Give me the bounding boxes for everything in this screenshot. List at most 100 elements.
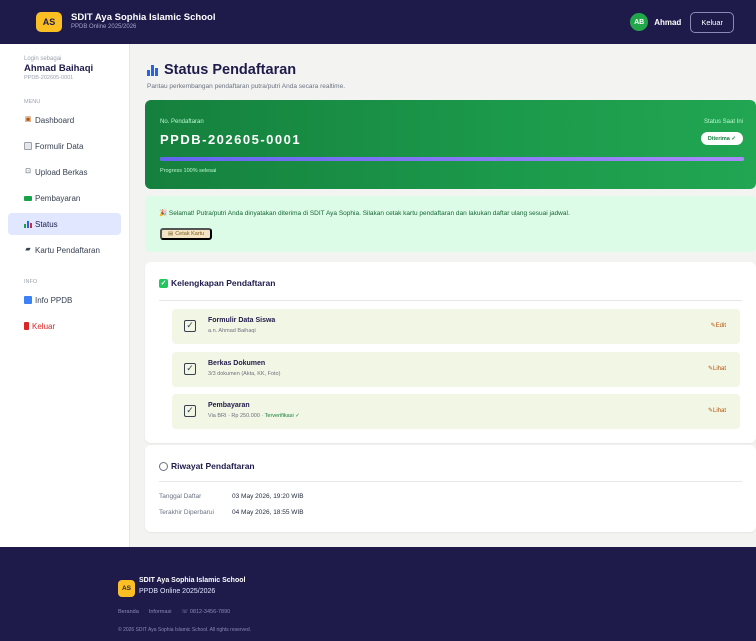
sidebar-item-label: Upload Berkas: [35, 167, 88, 177]
history-value: 03 May 2026, 19:20 WIB: [232, 493, 304, 500]
completeness-title-text: Kelengkapan Pendaftaran: [171, 278, 276, 288]
current-status-label: Status Saat Ini: [703, 119, 743, 125]
print-card-label: Cetak Kartu: [175, 231, 205, 237]
sidebar-item-label: Info PPDB: [35, 295, 73, 305]
requirement-item-form: ✓ Formulir Data Siswa a.n. Ahmad Baihaqi…: [172, 309, 740, 344]
logout-button[interactable]: Keluar: [690, 11, 734, 33]
payment-icon: [24, 195, 32, 201]
registration-number-label: No. Pendaftaran: [160, 119, 204, 125]
sidebar-item-label: Dashboard: [35, 115, 75, 125]
school-name: SDIT Aya Sophia Islamic School: [71, 12, 216, 24]
sidebar-item-keluar[interactable]: Keluar: [8, 315, 121, 337]
sidebar-item-info[interactable]: Info PPDB: [8, 289, 121, 311]
requirement-title: Formulir Data Siswa: [208, 317, 276, 324]
view-link[interactable]: ✎Lihat: [708, 365, 726, 372]
footer-links: Beranda Informasi ☏ 0812-3456-7890: [118, 609, 230, 615]
view-link-label: Lihat: [712, 366, 726, 372]
school-subtitle: PPDB Online 2025/2026: [71, 23, 137, 30]
requirement-subtitle: Via BRI · Rp 250.000 · Terverifikasi ✓: [208, 413, 300, 419]
acceptance-notice: 🎉 Selamat! Putra/putri Anda dinyatakan d…: [145, 196, 756, 252]
status-badge: Diterima ✓: [700, 132, 743, 145]
requirement-sub-text: 3/3 dokumen (Akta, KK, Foto): [208, 371, 281, 377]
history-title: Riwayat Pendaftaran: [159, 461, 255, 471]
divider: [159, 300, 742, 301]
sidebar-item-label: Status: [35, 219, 58, 229]
view-link-label: Lihat: [712, 408, 726, 414]
user-area: AB Ahmad Keluar: [630, 11, 734, 33]
footer: AS SDIT Aya Sophia Islamic School PPDB O…: [0, 547, 756, 641]
page-title-text: Status Pendaftaran: [164, 62, 297, 78]
footer-link-home[interactable]: Beranda: [118, 609, 139, 615]
sidebar-item-formulir[interactable]: Formulir Data: [8, 135, 121, 157]
top-navbar: AS SDIT Aya Sophia Islamic School PPDB O…: [0, 0, 756, 44]
sidebar-item-dashboard[interactable]: ▣ Dashboard: [8, 109, 121, 131]
footer-link-info[interactable]: Informasi: [149, 609, 172, 615]
registration-number: PPDB-202605-0001: [160, 132, 302, 147]
progress-text: Progress 100% selesai: [160, 168, 217, 174]
form-icon: [24, 142, 32, 150]
page-title: Status Pendaftaran: [147, 62, 296, 78]
sidebar-item-label: Kartu Pendaftaran: [35, 245, 100, 255]
progress-fill: [160, 157, 744, 161]
footer-subtitle: PPDB Online 2025/2026: [139, 588, 216, 595]
brand: SDIT Aya Sophia Islamic School PPDB Onli…: [71, 13, 215, 30]
sidebar-item-label: Pembayaran: [35, 193, 81, 203]
edit-link-label: Edit: [715, 323, 726, 329]
requirement-subtitle: 3/3 dokumen (Akta, KK, Foto): [208, 371, 280, 377]
edit-link[interactable]: ✎Edit: [711, 322, 726, 329]
menu-section-label: MENU: [24, 99, 41, 105]
sidebar-item-label: Keluar: [32, 321, 56, 331]
clock-icon: [159, 461, 168, 471]
checkbox-checked-icon: ✓: [184, 320, 196, 332]
login-user-id: PPDB-202605-0001: [24, 75, 74, 81]
checkbox-checked-icon: ✓: [184, 405, 196, 417]
sidebar-item-label: Formulir Data: [35, 141, 84, 151]
history-value: 04 May 2026, 18:55 WIB: [232, 509, 304, 516]
check-icon: ✓: [159, 278, 168, 288]
sidebar: Login sebagai Ahmad Baihaqi PPDB-202605-…: [0, 44, 130, 547]
info-icon: [24, 296, 32, 304]
print-card-button[interactable]: ▤ Cetak Kartu: [160, 228, 213, 240]
footer-phone[interactable]: ☏ 0812-3456-7890: [181, 609, 230, 615]
requirement-item-documents: ✓ Berkas Dokumen 3/3 dokumen (Akta, KK, …: [172, 352, 740, 387]
celebration-icon: 🎉: [159, 210, 169, 217]
page-subtitle: Pantau perkembangan pendaftaran putra/pu…: [147, 83, 346, 90]
footer-logo: AS: [118, 580, 135, 597]
completeness-card: ✓ Kelengkapan Pendaftaran ✓ Formulir Dat…: [145, 262, 756, 443]
view-link[interactable]: ✎Lihat: [708, 407, 726, 414]
avatar[interactable]: AB: [630, 13, 649, 31]
history-label: Terakhir Diperbarui: [159, 509, 214, 516]
upload-icon: ⊡: [25, 168, 31, 175]
chart-icon: [24, 220, 32, 228]
requirement-sub-text: Via BRI · Rp 250.000 ·: [208, 413, 265, 419]
completeness-title: ✓ Kelengkapan Pendaftaran: [159, 278, 275, 288]
card-icon: ▰: [25, 246, 31, 253]
divider: [159, 481, 742, 482]
info-section-label: INFO: [24, 279, 38, 285]
notice-message: 🎉 Selamat! Putra/putri Anda dinyatakan d…: [159, 209, 570, 217]
main-content: Status Pendaftaran Pantau perkembangan p…: [131, 44, 756, 547]
footer-copyright: © 2026 SDIT Aya Sophia Islamic School. A…: [118, 627, 252, 633]
verified-text: Terverifikasi ✓: [264, 413, 300, 419]
dashboard-icon: ▣: [24, 116, 32, 123]
sidebar-item-pembayaran[interactable]: Pembayaran: [8, 187, 121, 209]
sidebar-item-upload[interactable]: ⊡ Upload Berkas: [8, 161, 121, 183]
progress-bar: [160, 157, 744, 161]
printer-icon: ▤: [168, 231, 174, 237]
history-label: Tanggal Daftar: [159, 493, 202, 500]
requirement-subtitle: a.n. Ahmad Baihaqi: [208, 328, 256, 334]
requirement-title: Pembayaran: [208, 402, 250, 409]
school-logo[interactable]: AS: [36, 12, 62, 32]
requirement-sub-text: a.n. Ahmad Baihaqi: [208, 328, 256, 334]
notice-text: Selamat! Putra/putri Anda dinyatakan dit…: [168, 210, 570, 217]
login-user-name: Ahmad Baihaqi: [24, 63, 94, 74]
checkbox-checked-icon: ✓: [184, 363, 196, 375]
sidebar-item-status[interactable]: Status: [8, 213, 121, 235]
logout-icon: [24, 322, 29, 330]
sidebar-item-kartu[interactable]: ▰ Kartu Pendaftaran: [8, 239, 121, 261]
requirement-item-payment: ✓ Pembayaran Via BRI · Rp 250.000 · Terv…: [172, 394, 740, 429]
footer-school-name: SDIT Aya Sophia Islamic School: [139, 577, 246, 584]
requirement-title: Berkas Dokumen: [208, 360, 266, 367]
history-card: Riwayat Pendaftaran Tanggal Daftar 03 Ma…: [145, 445, 756, 532]
registration-status-card: No. Pendaftaran PPDB-202605-0001 Progres…: [145, 100, 756, 189]
